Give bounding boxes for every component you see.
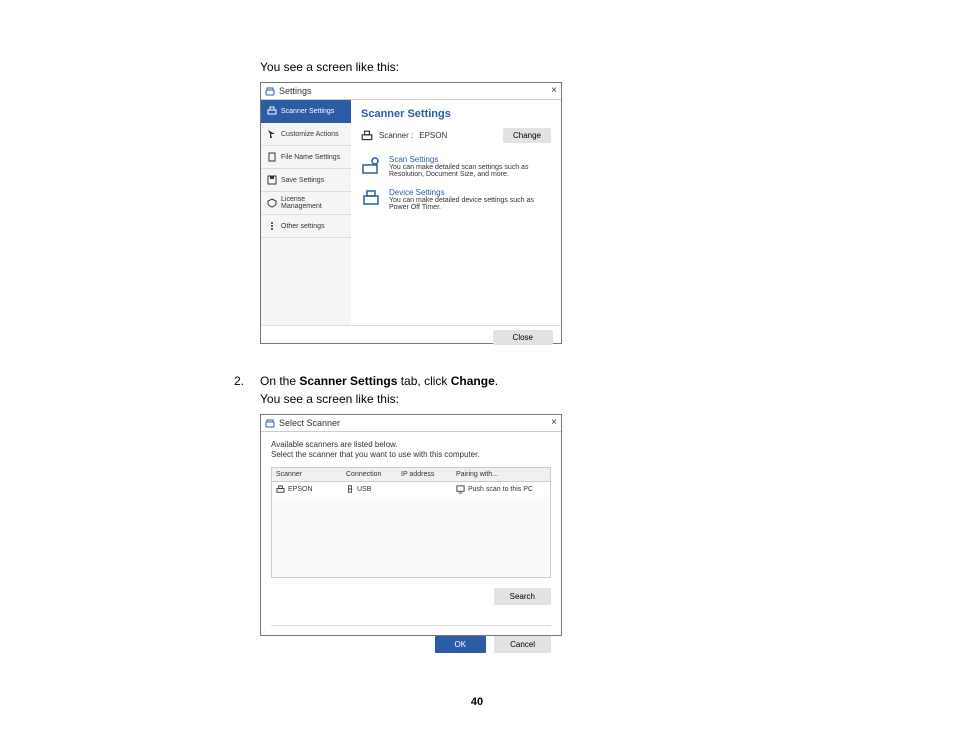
printer-icon (267, 106, 277, 116)
sidebar-item-label: Scanner Settings (281, 108, 334, 115)
change-button[interactable]: Change (503, 128, 551, 143)
page-heading: Scanner Settings (361, 108, 551, 120)
sidebar-item-other-settings[interactable]: Other settings (261, 215, 351, 238)
main-pane: Scanner Settings Scanner : EPSON Change (351, 100, 561, 325)
shield-icon (267, 198, 277, 208)
sidebar-item-label: Other settings (281, 223, 325, 230)
col-ip: IP address (397, 468, 452, 481)
scanner-label: Scanner : (379, 131, 413, 140)
col-connection: Connection (342, 468, 397, 481)
sidebar-item-label: Customize Actions (281, 131, 339, 138)
scanner-table: Scanner Connection IP address Pairing wi… (271, 467, 551, 578)
cursor-icon (267, 129, 277, 139)
card-desc: You can make detailed scan settings such… (389, 164, 551, 178)
cell-connection: USB (357, 486, 371, 493)
sidebar: Scanner Settings Customize Actions File … (261, 100, 351, 325)
scan-settings-icon (361, 155, 381, 175)
cancel-button[interactable]: Cancel (494, 636, 551, 653)
step-text: On the Scanner Settings tab, click Chang… (260, 374, 498, 388)
window-title: Select Scanner (279, 418, 340, 428)
card-desc: You can make detailed device settings su… (389, 197, 551, 211)
cell-scanner: EPSON (288, 486, 313, 493)
sidebar-item-save-settings[interactable]: Save Settings (261, 169, 351, 192)
monitor-icon (456, 485, 465, 494)
intro-text: Available scanners are listed below. Sel… (271, 440, 551, 461)
device-settings-card[interactable]: Device Settings You can make detailed de… (361, 188, 551, 211)
page-number: 40 (0, 696, 954, 708)
footer: Close (261, 325, 561, 349)
app-icon (265, 418, 275, 428)
cell-pairing: Push scan to this PC (468, 486, 533, 493)
intro-text-1: You see a screen like this: (260, 60, 820, 74)
sidebar-item-customize-actions[interactable]: Customize Actions (261, 123, 351, 146)
sidebar-item-license-management[interactable]: License Management (261, 192, 351, 215)
close-button[interactable]: Close (493, 330, 553, 345)
printer-icon (361, 130, 373, 142)
table-row[interactable]: EPSON USB Pus (272, 482, 550, 497)
search-button[interactable]: Search (494, 588, 551, 605)
sidebar-item-file-name-settings[interactable]: File Name Settings (261, 146, 351, 169)
settings-window: Settings × Scanner Settings Cu (260, 82, 562, 344)
titlebar: Select Scanner × (261, 415, 561, 432)
document-icon (267, 152, 277, 162)
step-number: 2. (234, 374, 260, 388)
scanner-value: EPSON (419, 131, 447, 140)
card-title: Scan Settings (389, 155, 551, 164)
titlebar: Settings × (261, 83, 561, 100)
sidebar-item-scanner-settings[interactable]: Scanner Settings (261, 100, 351, 123)
intro-text-2: You see a screen like this: (260, 392, 820, 406)
card-title: Device Settings (389, 188, 551, 197)
scan-settings-card[interactable]: Scan Settings You can make detailed scan… (361, 155, 551, 178)
device-settings-icon (361, 188, 381, 208)
col-scanner: Scanner (272, 468, 342, 481)
window-title: Settings (279, 86, 312, 96)
close-icon[interactable]: × (551, 418, 557, 428)
table-empty-area (272, 497, 550, 577)
usb-icon (346, 485, 354, 493)
table-header: Scanner Connection IP address Pairing wi… (272, 468, 550, 482)
app-icon (265, 86, 275, 96)
scanner-row: Scanner : EPSON Change (361, 128, 551, 143)
close-icon[interactable]: × (551, 86, 557, 96)
cell-ip (397, 482, 452, 497)
dots-icon (267, 221, 277, 231)
select-scanner-window: Select Scanner × Available scanners are … (260, 414, 562, 636)
ok-button[interactable]: OK (435, 636, 487, 653)
printer-icon (276, 485, 285, 494)
col-pairing: Pairing with... (452, 468, 550, 481)
save-icon (267, 175, 277, 185)
sidebar-item-label: Save Settings (281, 177, 324, 184)
sidebar-item-label: License Management (281, 196, 345, 210)
sidebar-item-label: File Name Settings (281, 154, 340, 161)
